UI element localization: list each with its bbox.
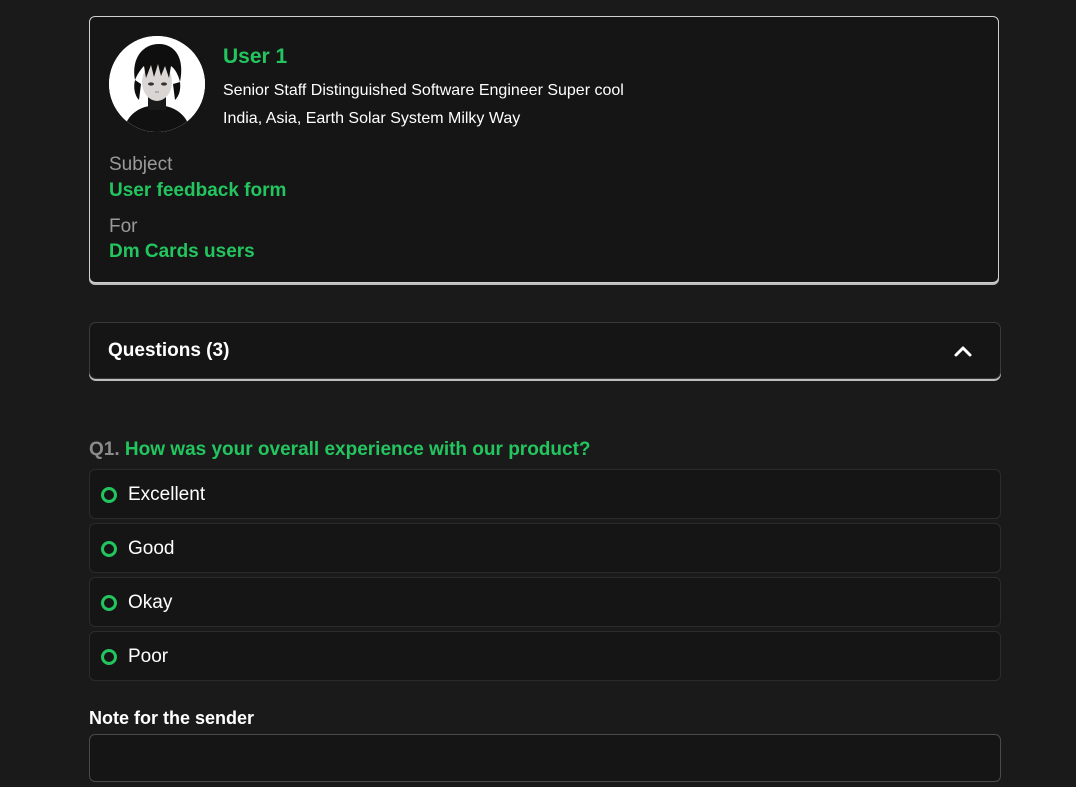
radio-button-icon[interactable] [101, 595, 117, 611]
sender-profile-card: User 1 Senior Staff Distinguished Softwa… [89, 16, 999, 283]
note-label: Note for the sender [89, 708, 255, 728]
option-label: Okay [128, 592, 173, 613]
user-location: India, Asia, Earth Solar System Milky Wa… [223, 110, 521, 127]
radio-button-icon[interactable] [101, 487, 117, 503]
chevron-up-icon[interactable] [952, 340, 974, 362]
questions-accordion-header[interactable]: Questions (3) [89, 322, 1001, 379]
radio-button-icon[interactable] [101, 541, 117, 557]
subject-value: User feedback form [109, 180, 287, 201]
question-1: Q1. How was your overall experience with… [89, 439, 591, 461]
question-text: How was your overall experience with our… [124, 439, 591, 460]
option-okay[interactable]: Okay [89, 577, 1001, 627]
radio-button-icon[interactable] [101, 649, 117, 665]
avatar-image [109, 36, 205, 132]
option-good[interactable]: Good [89, 523, 1001, 573]
option-poor[interactable]: Poor [89, 631, 1001, 681]
for-value: Dm Cards users [109, 241, 255, 262]
option-excellent[interactable]: Excellent [89, 469, 1001, 519]
avatar [109, 36, 205, 132]
user-name: User 1 [223, 45, 288, 68]
questions-title: Questions (3) [108, 340, 230, 361]
for-label: For [109, 216, 138, 237]
option-label: Poor [128, 646, 169, 667]
option-label: Good [128, 538, 175, 559]
option-label: Excellent [128, 484, 206, 505]
user-job-title: Senior Staff Distinguished Software Engi… [223, 82, 624, 99]
question-number: Q1. [89, 439, 120, 460]
note-input[interactable] [89, 734, 1001, 782]
subject-label: Subject [109, 154, 173, 175]
feedback-page: User 1 Senior Staff Distinguished Softwa… [0, 0, 1076, 787]
